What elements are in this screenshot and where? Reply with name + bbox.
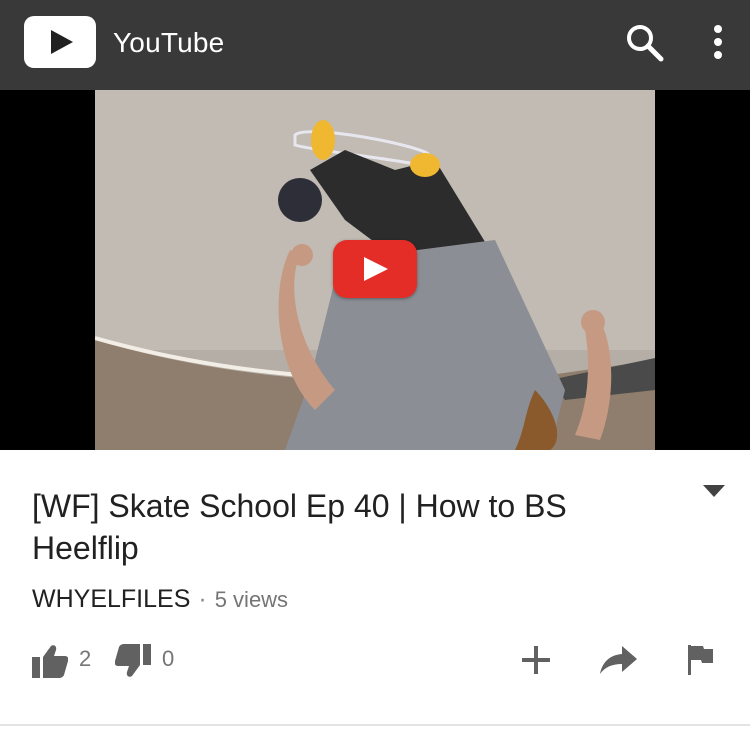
play-icon <box>364 257 388 281</box>
thumb-up-icon <box>32 645 69 678</box>
chevron-down-icon <box>703 485 725 497</box>
play-button[interactable] <box>333 240 417 298</box>
youtube-play-icon <box>51 30 73 54</box>
more-options-button[interactable] <box>702 22 734 64</box>
divider <box>0 724 750 726</box>
add-to-playlist-button[interactable] <box>520 644 552 676</box>
video-player[interactable] <box>0 90 750 450</box>
video-title: [WF] Skate School Ep 40 | How to BS Heel… <box>32 488 567 566</box>
report-button[interactable] <box>688 645 714 675</box>
app-bar: YouTube <box>0 0 750 90</box>
action-bar: 2 0 <box>0 636 750 686</box>
like-button[interactable] <box>32 644 69 678</box>
share-icon <box>600 646 637 674</box>
youtube-logo[interactable] <box>24 16 96 68</box>
share-button[interactable] <box>600 644 638 676</box>
add-icon <box>522 646 550 674</box>
expand-description-button[interactable] <box>700 482 728 502</box>
flag-icon <box>688 645 713 675</box>
view-count: 5 views <box>214 587 289 612</box>
meta-separator: · <box>198 585 207 613</box>
like-count: 2 <box>79 646 92 671</box>
search-icon <box>627 25 664 62</box>
video-meta: WHYELFILES · 5 views <box>32 585 288 614</box>
channel-name[interactable]: WHYELFILES <box>32 585 190 613</box>
search-button[interactable] <box>624 22 666 64</box>
dislike-count: 0 <box>162 646 175 671</box>
thumb-down-icon <box>114 644 151 677</box>
more-vert-icon <box>714 25 722 59</box>
app-title: YouTube <box>113 27 225 58</box>
dislike-button[interactable] <box>114 644 151 678</box>
